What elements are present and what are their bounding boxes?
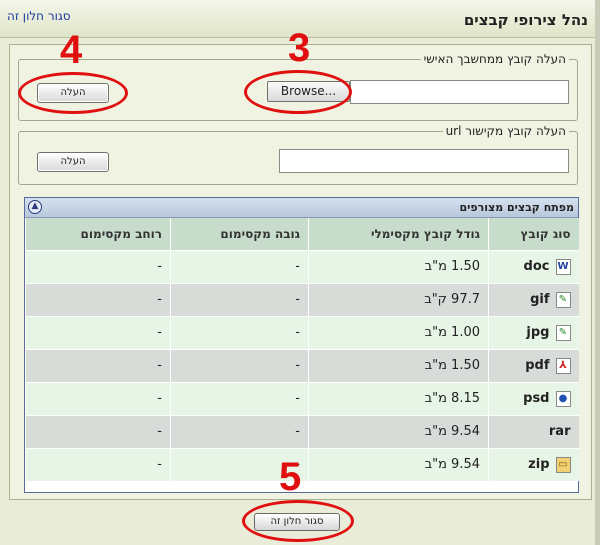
column-header-max-height: גובה מקסימום <box>170 218 309 250</box>
cell-max-size: 8.15 מ"ב <box>308 381 489 415</box>
cell-file-type: ✎ gif <box>488 282 579 316</box>
browse-button[interactable]: Browse... <box>267 81 350 102</box>
annotation-number-5: 5 <box>279 455 302 499</box>
zip-file-icon: ▭ <box>555 456 571 473</box>
table-row: rar 9.54 מ"ב - - <box>25 414 579 448</box>
annotation-number-4: 4 <box>60 28 83 72</box>
cell-max-width: - <box>25 315 171 349</box>
table-row: ▭zip 9.54 מ"ב - - <box>25 447 579 481</box>
cell-max-height: - <box>170 315 309 349</box>
collapse-icon[interactable]: ▲ <box>28 200 42 214</box>
file-extension: rar <box>548 424 571 439</box>
upload-local-legend: העלה קובץ ממחשבך האישי <box>420 52 569 66</box>
cell-file-type: ● psd <box>488 381 579 415</box>
file-extension: jpg <box>526 325 550 340</box>
cell-file-type: rar <box>488 414 579 448</box>
table-row: Wdoc 1.50 מ"ב - - <box>25 249 579 283</box>
cell-max-size: 1.50 מ"ב <box>308 348 489 382</box>
upload-local-button[interactable]: העלה <box>37 83 109 103</box>
close-window-link[interactable]: סגור חלון זה <box>7 9 71 23</box>
cell-max-height: - <box>170 414 309 448</box>
cell-max-width: - <box>25 282 171 316</box>
cell-file-type: ⅄ pdf <box>488 348 579 382</box>
cell-max-width: - <box>25 414 171 448</box>
file-extension: psd <box>523 391 550 406</box>
image-file-icon: ✎ <box>555 324 571 341</box>
file-path-input[interactable] <box>350 80 569 104</box>
table-row: ●psd 8.15 מ"ב - - <box>25 381 579 415</box>
cell-max-height: - <box>170 282 309 316</box>
file-extension: doc <box>523 259 550 274</box>
file-extension: zip <box>528 457 550 473</box>
cell-max-size: 9.54 מ"ב <box>308 414 489 448</box>
cell-max-size: 9.54 מ"ב <box>308 447 489 481</box>
page-title: נהל צירופי קבצים <box>463 11 588 29</box>
cell-file-type: Wdoc <box>488 249 579 283</box>
table-header-row: סוג קובץ גודל קובץ מקסימלי גובה מקסימום … <box>25 218 579 250</box>
table-row: ✎gif 97.7 ק"ב - - <box>25 282 579 316</box>
upload-url-legend: העלה קובץ מקישור url <box>442 124 569 138</box>
word-doc-icon: W <box>555 258 571 275</box>
cell-max-width: - <box>25 381 171 415</box>
main-panel: העלה קובץ ממחשבך האישי Browse... העלה הע… <box>9 44 592 500</box>
file-extension: pdf <box>525 358 550 373</box>
photoshop-file-icon: ● <box>555 390 571 407</box>
file-extension: gif <box>530 292 550 307</box>
cell-max-width: - <box>25 249 171 283</box>
cell-max-height: - <box>170 381 309 415</box>
annotation-number-3: 3 <box>288 26 311 70</box>
cell-max-width: - <box>25 447 171 481</box>
upload-url-fieldset: העלה קובץ מקישור url העלה <box>18 124 578 185</box>
upload-url-button[interactable]: העלה <box>37 152 109 172</box>
scrollbar[interactable] <box>595 0 600 545</box>
cell-max-height: - <box>170 348 309 382</box>
key-panel-title: מפתח קבצים מצורפים <box>459 201 575 214</box>
cell-file-type: ▭ zip <box>488 447 579 481</box>
file-types-key-panel: מפתח קבצים מצורפים ▲ סוג קובץ גודל קובץ … <box>24 197 579 493</box>
column-header-max-size: גודל קובץ מקסימלי <box>308 218 489 250</box>
url-input[interactable] <box>279 149 569 173</box>
cell-max-size: 1.50 מ"ב <box>308 249 489 283</box>
cell-max-size: 1.00 מ"ב <box>308 315 489 349</box>
close-window-button[interactable]: סגור חלון זה <box>254 513 340 531</box>
cell-max-width: - <box>25 348 171 382</box>
table-row: ✎jpg 1.00 מ"ב - - <box>25 315 579 349</box>
cell-file-type: ✎ jpg <box>488 315 579 349</box>
column-header-type: סוג קובץ <box>488 218 579 250</box>
key-panel-header: מפתח קבצים מצורפים ▲ <box>25 198 578 218</box>
file-types-table: סוג קובץ גודל קובץ מקסימלי גובה מקסימום … <box>25 218 579 481</box>
table-row: ⅄pdf 1.50 מ"ב - - <box>25 348 579 382</box>
column-header-max-width: רוחב מקסימום <box>25 218 171 250</box>
cell-max-size: 97.7 ק"ב <box>308 282 489 316</box>
pdf-file-icon: ⅄ <box>555 357 571 374</box>
cell-max-height: - <box>170 249 309 283</box>
image-file-icon: ✎ <box>555 291 571 308</box>
